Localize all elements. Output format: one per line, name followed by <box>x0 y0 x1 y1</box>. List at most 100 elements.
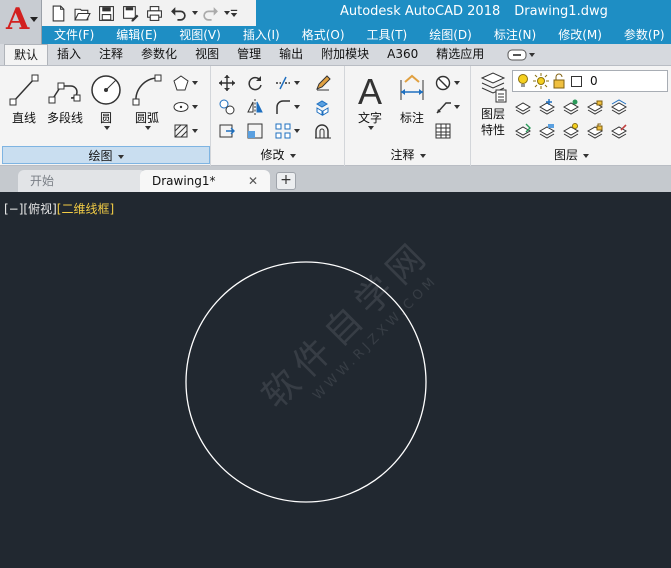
menu-file[interactable]: 文件(F) <box>54 26 94 44</box>
layer-unlock-icon <box>586 123 604 139</box>
tab-annotate[interactable]: 注释 <box>90 44 132 65</box>
scale-tool[interactable] <box>246 120 272 142</box>
tab-insert[interactable]: 插入 <box>48 44 90 65</box>
layer-properties-tool[interactable]: 图层 特性 <box>476 70 510 138</box>
layer-tool-1[interactable] <box>514 96 540 118</box>
plot-button[interactable] <box>142 2 166 24</box>
menu-draw[interactable]: 绘图(D) <box>429 26 472 44</box>
ribbon-minimize-button[interactable] <box>507 47 541 63</box>
layer-dropdown[interactable]: 0 <box>512 70 668 92</box>
layer-tool-2[interactable] <box>538 96 564 118</box>
tab-drawing1[interactable]: Drawing1* ✕ <box>140 170 270 192</box>
svg-text:A: A <box>358 71 382 110</box>
customize-qat-button[interactable] <box>230 2 238 24</box>
arc-label: 圆弧 <box>134 111 159 125</box>
menu-insert[interactable]: 插入(I) <box>243 26 280 44</box>
menu-edit[interactable]: 编辑(E) <box>116 26 157 44</box>
hatch-tool[interactable] <box>172 120 198 142</box>
line-icon <box>9 74 39 106</box>
leader-tool[interactable] <box>434 96 460 118</box>
layer-tool-5[interactable] <box>610 96 636 118</box>
application-menu-button[interactable]: A <box>0 0 42 44</box>
chevron-down-icon <box>104 126 110 130</box>
layer-match-icon <box>610 99 628 115</box>
autocad-window: A Autodesk AutoCAD 2018 Drawing1.dwg 文件(… <box>0 0 671 568</box>
save-button[interactable] <box>94 2 118 24</box>
arc-tool[interactable]: 圆弧 <box>128 70 166 130</box>
undo-dropdown[interactable] <box>190 2 198 24</box>
tab-manage[interactable]: 管理 <box>228 44 270 65</box>
customize-icon <box>230 9 238 17</box>
tab-view[interactable]: 视图 <box>186 44 228 65</box>
linear-dim-tool[interactable] <box>434 72 460 94</box>
annotation-panel-title[interactable]: 注释 <box>346 146 470 164</box>
layers-panel-title[interactable]: 图层 <box>472 146 671 164</box>
no-entry-icon <box>435 75 451 91</box>
text-tool[interactable]: A 文字 <box>352 70 388 130</box>
mirror-tool[interactable] <box>246 96 272 118</box>
dimension-tool[interactable]: 标注 <box>394 70 430 126</box>
array-tool[interactable] <box>274 120 300 142</box>
layer-tool-3[interactable] <box>562 96 588 118</box>
tab-a360[interactable]: A360 <box>378 44 427 65</box>
polyline-tool[interactable]: 多段线 <box>44 70 86 126</box>
ribbon-toggle-icon <box>507 49 536 60</box>
menu-format[interactable]: 格式(O) <box>302 26 345 44</box>
redo-dropdown[interactable] <box>222 2 230 24</box>
tab-featured-apps[interactable]: 精选应用 <box>427 44 493 65</box>
new-tab-button[interactable]: + <box>276 172 296 190</box>
table-tool[interactable] <box>434 120 460 142</box>
drawn-circle[interactable] <box>185 261 427 503</box>
polygon-tool[interactable] <box>172 72 198 94</box>
explode-tool[interactable] <box>314 96 340 118</box>
chevron-down-icon <box>419 153 426 158</box>
window-title: Autodesk AutoCAD 2018 Drawing1.dwg <box>340 4 608 19</box>
trim-tool[interactable] <box>274 72 300 94</box>
stretch-tool[interactable] <box>218 120 244 142</box>
circle-tool[interactable]: 圆 <box>88 70 124 130</box>
offset-tool[interactable] <box>314 120 340 142</box>
redo-button[interactable] <box>198 2 222 24</box>
tab-start[interactable]: 开始 <box>18 170 146 192</box>
erase-tool[interactable] <box>314 72 340 94</box>
rotate-tool[interactable] <box>246 72 272 94</box>
move-tool[interactable] <box>218 72 244 94</box>
fillet-tool[interactable] <box>274 96 300 118</box>
new-button[interactable] <box>46 2 70 24</box>
copy-icon <box>219 99 235 115</box>
modify-panel: 修改 <box>212 66 345 166</box>
dimension-icon <box>400 74 424 100</box>
layer-tool-10[interactable] <box>610 120 636 142</box>
menu-modify[interactable]: 修改(M) <box>558 26 602 44</box>
menu-dimension[interactable]: 标注(N) <box>494 26 536 44</box>
tab-home[interactable]: 默认 <box>4 44 49 65</box>
modify-panel-title[interactable]: 修改 <box>212 146 344 164</box>
layer-tool-4[interactable] <box>586 96 612 118</box>
undo-button[interactable] <box>166 2 190 24</box>
unlock-icon <box>553 73 565 89</box>
layer-tool-6[interactable] <box>514 120 540 142</box>
tab-addins[interactable]: 附加模块 <box>312 44 378 65</box>
save-as-button[interactable] <box>118 2 142 24</box>
copy-tool[interactable] <box>218 96 244 118</box>
drawing-canvas[interactable]: [−][俯视][二维线框] 软件自学网 WWW.RJZXW.COM <box>0 192 671 568</box>
draw-panel-title[interactable]: 绘图 <box>2 146 210 164</box>
tab-output[interactable]: 输出 <box>270 44 312 65</box>
open-button[interactable] <box>70 2 94 24</box>
layer-tool-9[interactable] <box>586 120 612 142</box>
trim-icon <box>276 76 290 90</box>
layer-thaw-icon <box>538 124 556 139</box>
menu-parametric[interactable]: 参数(P) <box>624 26 665 44</box>
close-icon[interactable]: ✕ <box>248 170 258 192</box>
layer-tool-8[interactable] <box>562 120 588 142</box>
menu-view[interactable]: 视图(V) <box>179 26 221 44</box>
ellipse-tool[interactable] <box>172 96 198 118</box>
line-tool[interactable]: 直线 <box>6 70 42 126</box>
open-icon <box>73 8 91 20</box>
tab-parametric[interactable]: 参数化 <box>132 44 186 65</box>
layer-tool-7[interactable] <box>538 120 564 142</box>
leader-icon <box>436 102 451 114</box>
chevron-down-icon <box>145 126 151 130</box>
menu-tools[interactable]: 工具(T) <box>367 26 408 44</box>
circle-icon <box>91 75 121 105</box>
